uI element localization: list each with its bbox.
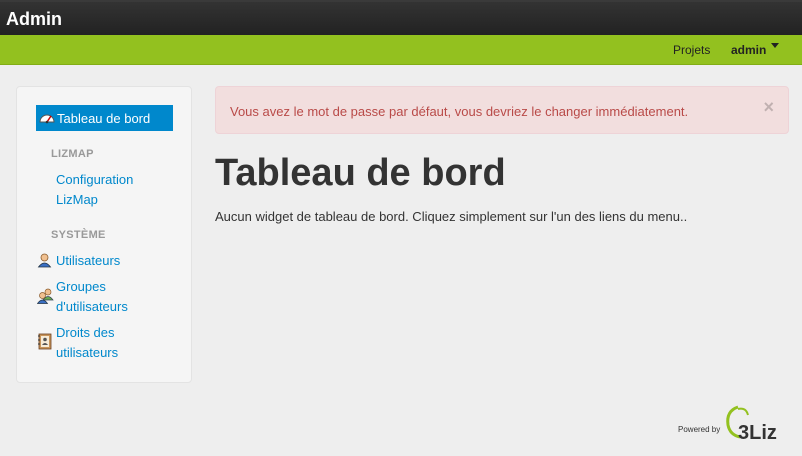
link-line-2: utilisateurs: [56, 345, 119, 360]
rights-book-icon: [37, 333, 52, 353]
top-navbar: Admin: [0, 0, 802, 35]
group-icon: [36, 288, 54, 307]
link-line-1: Configuration: [56, 172, 134, 187]
password-warning-alert: Vous avez le mot de passe par défaut, vo…: [215, 86, 789, 134]
3liz-logo[interactable]: 3Liz: [724, 405, 792, 446]
sidebar-item-configuration-lizmap[interactable]: Configuration LizMap: [56, 170, 133, 210]
sidebar: Tableau de bord LIZMAP Configuration Liz…: [16, 86, 192, 383]
dashboard-icon: [39, 111, 55, 128]
sidebar-item-dashboard[interactable]: Tableau de bord: [36, 105, 173, 131]
page-title: Tableau de bord: [215, 152, 506, 194]
sidebar-item-utilisateurs[interactable]: Utilisateurs: [56, 251, 120, 271]
link-line-2: LizMap: [56, 192, 98, 207]
secondary-navbar: Projets admin: [0, 35, 802, 65]
link-line-1: Droits des: [56, 325, 115, 340]
section-header-lizmap: LIZMAP: [51, 148, 94, 160]
brand-title[interactable]: Admin: [6, 9, 62, 30]
user-icon: [37, 253, 52, 271]
link-line-1: Groupes: [56, 279, 106, 294]
sidebar-item-label: Tableau de bord: [57, 111, 151, 126]
projets-link[interactable]: Projets: [673, 43, 710, 57]
logo-text: 3Liz: [738, 422, 777, 443]
section-header-systeme: SYSTÈME: [51, 229, 106, 241]
link-line-1: Utilisateurs: [56, 253, 121, 268]
alert-message: Vous avez le mot de passe par défaut, vo…: [230, 104, 689, 119]
dashboard-empty-text: Aucun widget de tableau de bord. Cliquez…: [215, 209, 688, 224]
sidebar-item-droits-utilisateurs[interactable]: Droits des utilisateurs: [56, 323, 118, 363]
close-icon[interactable]: ×: [763, 97, 774, 118]
powered-by-label: Powered by: [678, 425, 721, 434]
link-line-2: d'utilisateurs: [56, 299, 128, 314]
user-menu[interactable]: admin: [731, 43, 766, 57]
sidebar-item-groupes-utilisateurs[interactable]: Groupes d'utilisateurs: [56, 277, 128, 317]
caret-down-icon[interactable]: [771, 43, 779, 48]
